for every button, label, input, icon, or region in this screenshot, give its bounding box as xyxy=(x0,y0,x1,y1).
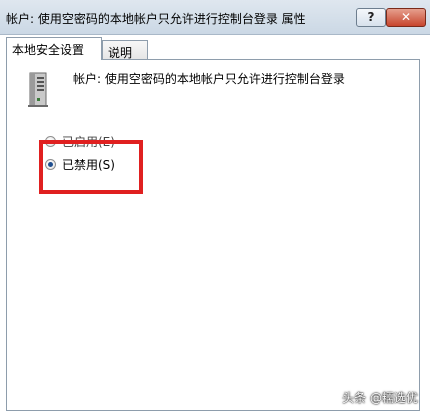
policy-title: 帐户: 使用空密码的本地帐户只允许进行控制台登录 xyxy=(73,72,345,86)
server-icon xyxy=(28,72,48,107)
tab-local-security-setting[interactable]: 本地安全设置 xyxy=(6,37,102,60)
watermark: 头条 @糯选优 xyxy=(342,391,418,405)
tab-explain[interactable]: 说明 xyxy=(102,40,148,61)
window-title: 帐户: 使用空密码的本地帐户只允许进行控制台登录 属性 xyxy=(6,12,306,26)
title-bar[interactable]: 帐户: 使用空密码的本地帐户只允许进行控制台登录 属性 ? ✕ xyxy=(0,0,430,35)
close-button[interactable]: ✕ xyxy=(386,8,426,27)
settings-panel: 帐户: 使用空密码的本地帐户只允许进行控制台登录 已启用(E) 已禁用(S) xyxy=(6,59,420,411)
properties-dialog: 帐户: 使用空密码的本地帐户只允许进行控制台登录 属性 ? ✕ 本地安全设置 说… xyxy=(0,0,430,414)
help-button[interactable]: ? xyxy=(356,8,386,27)
highlight-annotation xyxy=(39,140,143,194)
